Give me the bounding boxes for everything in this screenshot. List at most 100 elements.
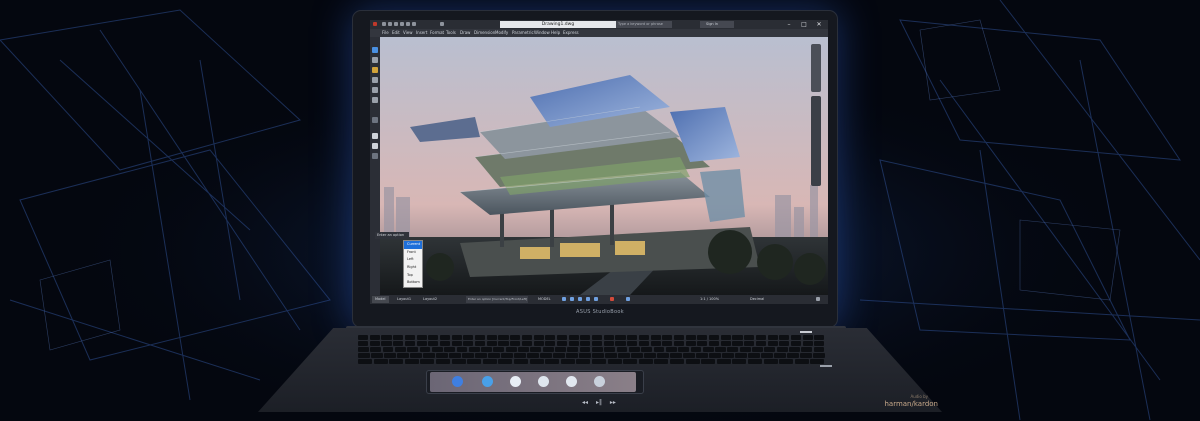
render-viewport[interactable] [380,37,828,295]
keyboard-key[interactable] [627,335,638,340]
keyboard-key[interactable] [709,341,720,346]
keyboard-key[interactable] [439,335,451,340]
tab-layout2[interactable]: Layout2 [420,296,440,303]
keyboard-key[interactable] [542,347,554,352]
keyboard-key[interactable] [451,341,462,346]
workspace-gear-icon[interactable] [440,22,444,26]
menu-parametric[interactable]: Parametric [512,30,534,35]
keyboard-key[interactable] [774,353,786,358]
keyboard-key[interactable] [486,341,497,346]
keyboard-key[interactable] [553,353,565,358]
keyboard-key[interactable] [779,335,790,340]
keyboard-key[interactable] [794,359,809,364]
keyboard-key[interactable] [373,359,388,364]
keyboard-key[interactable] [369,335,380,340]
app-logo-icon[interactable] [373,22,377,26]
keyboard-key[interactable] [456,347,468,352]
keyboard-key[interactable] [381,335,392,340]
keyboard-key[interactable] [697,335,708,340]
keyboard-key[interactable] [715,347,726,352]
keyboard-key[interactable] [641,347,653,352]
keyboard-key[interactable] [498,335,509,340]
keyboard-key[interactable] [732,359,747,364]
keyboard-key[interactable] [533,341,544,346]
osnap-toggle-icon[interactable] [594,297,598,301]
option-right[interactable]: Right [404,264,422,272]
pad-app-icon-4[interactable] [538,376,549,387]
menu-dimension[interactable]: Dimension [474,30,495,35]
snap-toggle-icon[interactable] [570,297,574,301]
keyboard-key[interactable] [627,341,638,346]
keyboard-key[interactable] [616,347,628,352]
option-current[interactable]: Current [404,241,422,249]
keyboard-key[interactable] [568,341,579,346]
keyboard-key[interactable] [358,347,369,352]
keyboard-key[interactable] [463,335,474,340]
keyboard-key[interactable] [482,359,497,364]
keyboard-key[interactable] [404,341,415,346]
keyboard-key[interactable] [592,341,603,346]
keyboard-key[interactable] [545,341,556,346]
keyboard-key[interactable] [690,347,702,352]
menu-insert[interactable]: Insert [416,30,427,35]
keyboard-key[interactable] [623,359,638,364]
keyboard-key[interactable] [763,359,778,364]
menu-edit[interactable]: Edit [392,30,400,35]
keyboard-key[interactable] [475,341,486,346]
keyboard-key[interactable] [592,347,603,352]
keyboard-key[interactable] [579,353,591,358]
select-tool-icon[interactable] [372,47,378,53]
hatch-tool-icon[interactable] [372,117,378,123]
keyboard-key[interactable] [592,359,607,364]
menu-tools[interactable]: Tools [446,30,456,35]
keyboard-key[interactable] [748,359,763,364]
keyboard-key[interactable] [556,341,568,346]
navigation-bar[interactable] [811,96,821,186]
keyboard-key[interactable] [670,353,682,358]
keyboard-key[interactable] [789,347,800,352]
keyboard-key[interactable] [436,353,448,358]
dimension-tool-icon[interactable] [372,143,378,149]
keyboard-key[interactable] [654,359,669,364]
keyboard-key[interactable] [814,335,825,340]
keyboard-key[interactable] [394,347,406,352]
maximize-button[interactable]: □ [797,20,811,29]
menu-modify[interactable]: Modify [495,30,508,35]
menu-file[interactable]: File [382,30,389,35]
text-tool-icon[interactable] [372,133,378,139]
command-line-input[interactable]: Enter an option [Current/Top/Front/Left] [466,296,528,303]
keyboard-key[interactable] [510,341,521,346]
keyboard-key[interactable] [431,347,443,352]
keyboard-key[interactable] [701,359,716,364]
keyboard-key[interactable] [393,341,404,346]
keyboard-key[interactable] [615,335,626,340]
play-pause-icon[interactable]: ▸‖ [596,399,602,406]
keyboard-key[interactable] [488,353,500,358]
keyboard-key[interactable] [475,335,486,340]
keyboard-key[interactable] [514,359,529,364]
keyboard-key[interactable] [444,347,456,352]
keyboard-key[interactable] [685,341,696,346]
keyboard-key[interactable] [790,335,802,340]
option-bottom[interactable]: Bottom [404,279,422,287]
keyboard-key[interactable] [650,335,661,340]
menu-express[interactable]: Express [563,30,579,35]
keyboard-key[interactable] [673,341,685,346]
keyboard-key[interactable] [709,335,720,340]
keyboard-key[interactable] [605,353,617,358]
keyboard-key[interactable] [644,353,656,358]
keyboard-key[interactable] [702,347,714,352]
keyboard-key[interactable] [776,347,788,352]
keyboard-key[interactable] [592,335,603,340]
keyboard-key[interactable] [463,341,474,346]
keyboard-key[interactable] [685,359,700,364]
keyboard-key[interactable] [545,335,556,340]
keyboard-key[interactable] [787,353,799,358]
keyboard-key[interactable] [603,341,614,346]
keyboard-key[interactable] [449,353,461,358]
keyboard-key[interactable] [521,335,532,340]
keyboard-key[interactable] [576,359,591,364]
keyboard-key[interactable] [678,347,690,352]
keyboard-key[interactable] [514,353,526,358]
viewcube-panel[interactable] [811,44,821,92]
